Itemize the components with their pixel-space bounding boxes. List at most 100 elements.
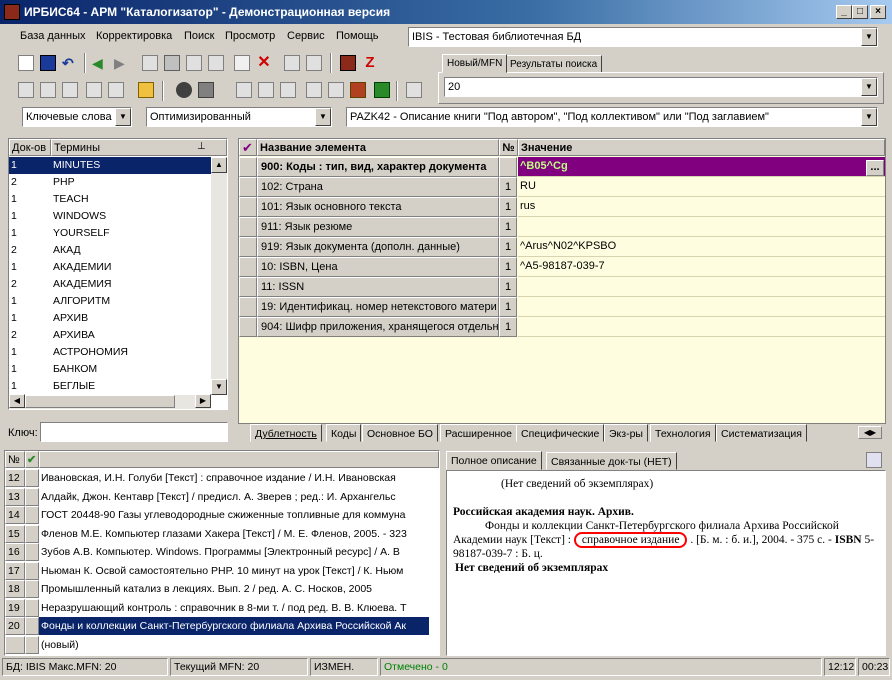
term-row[interactable]: 1 АЛГОРИТМ	[9, 293, 211, 310]
tab-search-results[interactable]: Результаты поиска	[505, 55, 603, 73]
copy-record-icon[interactable]	[142, 55, 158, 71]
tab-codes[interactable]: Коды	[326, 424, 362, 442]
menu-service[interactable]: Сервис	[287, 30, 325, 42]
check-list-icon[interactable]	[108, 82, 124, 98]
paste-icon[interactable]	[328, 82, 344, 98]
result-checkbox[interactable]	[25, 617, 39, 635]
result-row[interactable]: 18 Промышленный катализ в лекциях. Вып. 2…	[5, 580, 437, 598]
message-icon[interactable]	[18, 82, 34, 98]
menu-help[interactable]: Помощь	[336, 30, 379, 42]
grid-row[interactable]: 19: Идентификац. номер нетекстового мате…	[239, 297, 885, 317]
grid-row[interactable]: 904: Шифр приложения, хранящегося отдель…	[239, 317, 885, 337]
key-input[interactable]	[40, 422, 228, 442]
title-bar[interactable]: ИРБИС64 - АРМ "Каталогизатор" - Демонстр…	[0, 0, 892, 24]
ellipsis-button[interactable]: ...	[866, 160, 884, 176]
chevron-down-icon[interactable]: ▼	[861, 78, 877, 96]
import-icon[interactable]	[284, 55, 300, 71]
result-checkbox[interactable]	[25, 506, 39, 524]
format-icon[interactable]	[258, 82, 274, 98]
term-row[interactable]: 1 БЕГЛЫЕ	[9, 378, 211, 395]
element-value[interactable]: RU	[518, 177, 885, 197]
search-type-select[interactable]: Ключевые слова ▼	[22, 107, 132, 127]
scroll-down-icon[interactable]: ▼	[211, 379, 227, 395]
column-header-docs[interactable]: Док-ов	[9, 139, 51, 156]
grid-row[interactable]: 102: Страна 1 RU	[239, 177, 885, 197]
term-row[interactable]: 1 АРХИВ	[9, 310, 211, 327]
term-row[interactable]: 2 PHP	[9, 174, 211, 191]
element-value[interactable]	[518, 317, 885, 337]
terms-scrollbar[interactable]: ▲ ▼	[211, 157, 227, 395]
term-row[interactable]: 1 БАНКОМ	[9, 361, 211, 378]
report-icon[interactable]	[236, 82, 252, 98]
result-checkbox[interactable]	[25, 469, 39, 487]
mfn-input[interactable]: 20 ▼	[444, 77, 878, 97]
settings-icon[interactable]	[406, 82, 422, 98]
scroll-thumb[interactable]	[25, 395, 175, 408]
tab-technology[interactable]: Технология	[650, 424, 716, 442]
tab-specific[interactable]: Специфические	[516, 424, 605, 442]
chevron-down-icon[interactable]: ▼	[115, 108, 131, 126]
menu-database[interactable]: База данных	[20, 30, 86, 42]
database-select[interactable]: IBIS - Тестовая библиотечная БД ▼	[408, 27, 878, 47]
column-header-check[interactable]: ✔	[239, 139, 257, 156]
chevron-down-icon[interactable]: ▼	[861, 28, 877, 46]
column-header-value[interactable]: Значение	[518, 139, 885, 156]
result-row[interactable]: 14 ГОСТ 20448-90 Газы углеводородные сжиж…	[5, 506, 437, 524]
result-checkbox[interactable]	[25, 598, 39, 617]
chevron-down-icon[interactable]: ▼	[315, 108, 331, 126]
term-row[interactable]: 2 АКАДЕМИЯ	[9, 276, 211, 293]
grid-icon[interactable]	[164, 55, 180, 71]
grid-row[interactable]: 900: Коды : тип, вид, характер документа…	[239, 157, 885, 177]
grid-row[interactable]: 11: ISSN 1	[239, 277, 885, 297]
tab-scroll-arrows-icon[interactable]: ◀▶	[858, 426, 882, 439]
element-value[interactable]: ^Arus^N02^KPSBO	[518, 237, 885, 257]
element-value[interactable]: ^A5-98187-039-7	[518, 257, 885, 277]
optimization-select[interactable]: Оптимизированный ▼	[146, 107, 332, 127]
tab-systematization[interactable]: Систематизация	[716, 424, 807, 442]
menu-search[interactable]: Поиск	[184, 30, 214, 42]
tab-new-mfn[interactable]: Новый/MFN	[442, 54, 508, 73]
arrow-right-icon[interactable]: ▶	[114, 55, 130, 71]
maximize-button[interactable]: □	[852, 5, 868, 19]
tab-main-bo[interactable]: Основное БО	[362, 424, 438, 442]
term-row[interactable]: 1 АСТРОНОМИЯ	[9, 344, 211, 361]
chevron-down-icon[interactable]: ▼	[861, 108, 877, 126]
result-row[interactable]: 12 Ивановская, И.Н. Голуби [Текст] : спра…	[5, 469, 437, 487]
print-icon[interactable]	[186, 55, 202, 71]
view-icon[interactable]	[176, 82, 192, 98]
term-row[interactable]: 1 WINDOWS	[9, 208, 211, 225]
term-row[interactable]: 1 MINUTES	[9, 157, 211, 174]
scroll-right-icon[interactable]: ▶	[195, 394, 211, 408]
menu-view[interactable]: Просмотр	[225, 30, 275, 42]
close-button[interactable]: ×	[870, 5, 886, 19]
column-header-title[interactable]	[39, 451, 439, 468]
copy-icon[interactable]	[306, 82, 322, 98]
menu-correction[interactable]: Корректировка	[96, 30, 172, 42]
element-value[interactable]: rus	[518, 197, 885, 217]
terms-hscrollbar[interactable]: ◀ ▶	[9, 394, 211, 409]
result-row[interactable]: 20 Фонды и коллекции Санкт-Петербургского…	[5, 617, 437, 635]
element-value[interactable]	[518, 217, 885, 237]
tab-copies[interactable]: Экз-ры	[604, 424, 648, 442]
grid-row[interactable]: 911: Язык резюме 1	[239, 217, 885, 237]
result-row[interactable]: 17 Ньюман К. Освой самостоятельно PHP. 10…	[5, 561, 437, 580]
excel-icon[interactable]	[374, 82, 390, 98]
column-header-check[interactable]: ✔	[25, 451, 39, 468]
worksheet-select[interactable]: PAZK42 - Описание книги "Под автором", "…	[346, 107, 878, 127]
pin-icon[interactable]: ⊥	[197, 141, 206, 152]
scroll-left-icon[interactable]: ◀	[9, 394, 25, 408]
mail-icon[interactable]	[62, 82, 78, 98]
column-header-name[interactable]: Название элемента	[257, 139, 499, 156]
bookmark-icon[interactable]	[138, 82, 154, 98]
grid-row[interactable]: 10: ISBN, Цена 1 ^A5-98187-039-7	[239, 257, 885, 277]
tab-duplicates[interactable]: Дублетность	[250, 424, 322, 442]
chart-icon[interactable]	[350, 82, 366, 98]
result-row[interactable]: 19 Неразрушающий контроль : справочник в …	[5, 598, 437, 617]
result-row[interactable]: 13 Алдайк, Джон. Кентавр [Текст] / предис…	[5, 487, 437, 506]
grid-row[interactable]: 919: Язык документа (дополн. данные) 1 ^Ar…	[239, 237, 885, 257]
tab-full-description[interactable]: Полное описание	[446, 451, 542, 470]
app-icon[interactable]	[4, 4, 20, 20]
filter-icon[interactable]	[86, 82, 102, 98]
element-value[interactable]	[518, 297, 885, 317]
term-row[interactable]: 1 АКАДЕМИИ	[9, 259, 211, 276]
